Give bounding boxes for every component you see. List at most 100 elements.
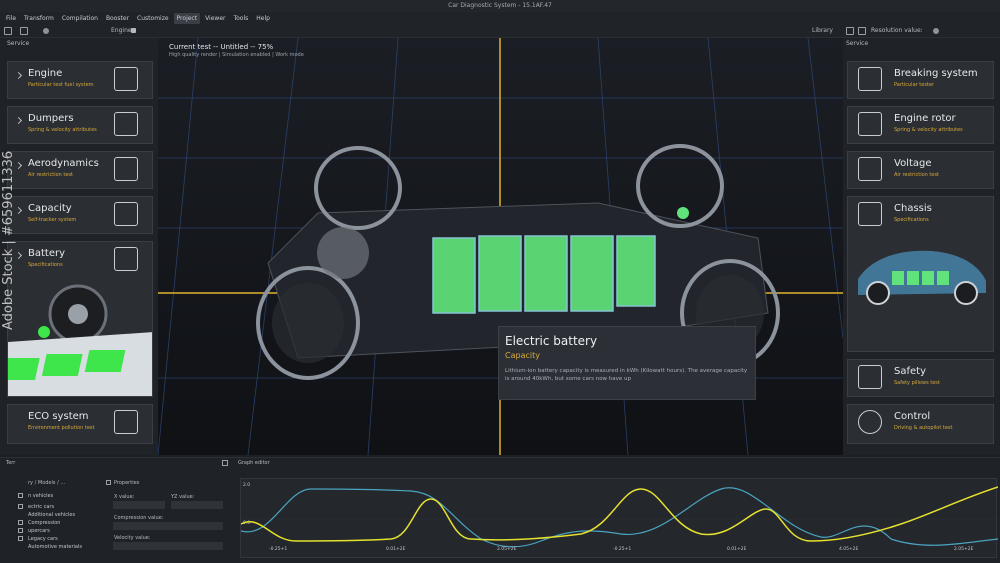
resolution-knob[interactable] bbox=[933, 28, 939, 34]
card-breaking-system[interactable]: Breaking system Particular tester bbox=[847, 61, 994, 99]
card-subtitle: Self-tracker system bbox=[28, 217, 77, 223]
y-tick-label: 2.0 bbox=[243, 483, 251, 488]
app-window: Car Diagnostic System - 15.1AF.47 File T… bbox=[0, 0, 1000, 563]
card-title: Safety bbox=[894, 366, 926, 377]
tree-item[interactable]: Automotive materials bbox=[28, 544, 82, 550]
card-subtitle: Environment pollution test bbox=[28, 425, 95, 431]
menu-booster[interactable]: Booster bbox=[103, 13, 132, 24]
menu-project[interactable]: Project bbox=[173, 12, 201, 24]
card-engine-rotor[interactable]: Engine rotor Spring & velocity attribute… bbox=[847, 106, 994, 144]
tree-item[interactable]: upercars bbox=[28, 528, 50, 534]
card-title: Chassis bbox=[894, 203, 932, 214]
x-tick-label: 0.01+2E bbox=[727, 547, 747, 552]
card-dumpers[interactable]: Dumpers Spring & velocity attributes bbox=[7, 106, 153, 144]
gear-icon bbox=[114, 202, 138, 226]
graph-editor-label: Graph editor bbox=[238, 460, 270, 466]
monitor-icon[interactable] bbox=[20, 27, 28, 35]
menu-customize[interactable]: Customize bbox=[134, 13, 172, 24]
graph-editor[interactable]: 2.0 0.0 -0.25+1 0.01+2E 2.05+2E -0.25+1 … bbox=[240, 478, 999, 558]
properties-icon bbox=[106, 480, 111, 485]
watermark: Adobe Stock | #659611336 bbox=[1, 150, 16, 330]
card-chassis[interactable]: Chassis Specifications bbox=[847, 196, 994, 352]
tree-item[interactable]: Legacy cars bbox=[28, 536, 58, 542]
tree-checkbox[interactable] bbox=[18, 504, 23, 509]
library-label[interactable]: Library bbox=[812, 27, 833, 35]
info-card: Electric battery Capacity Lithium-ion ba… bbox=[498, 326, 756, 400]
menu-tools[interactable]: Tools bbox=[230, 13, 251, 24]
card-engine[interactable]: Engine Particular test fuel system bbox=[7, 61, 153, 99]
tree-item[interactable]: ectric cars bbox=[28, 504, 54, 510]
menu-viewer[interactable]: Viewer bbox=[202, 13, 228, 24]
grid-icon[interactable] bbox=[4, 27, 12, 35]
tree-checkbox[interactable] bbox=[18, 528, 23, 533]
card-subtitle: Specifications bbox=[28, 262, 63, 268]
card-title: Aerodynamics bbox=[28, 158, 99, 169]
rotor-icon bbox=[858, 112, 882, 136]
grid-view-icon[interactable] bbox=[858, 27, 866, 35]
velocity-input[interactable] bbox=[113, 542, 223, 550]
steering-icon bbox=[858, 410, 882, 434]
properties-label: Properties bbox=[114, 480, 140, 486]
chevron-right-icon bbox=[14, 206, 23, 215]
chevron-right-icon bbox=[14, 161, 23, 170]
card-aerodynamics[interactable]: Aerodynamics Air restriction test bbox=[7, 151, 153, 189]
yz-value-input[interactable] bbox=[171, 501, 223, 509]
3d-viewport[interactable]: Current test -- Untitled -- 75% High qua… bbox=[158, 38, 843, 455]
card-title: Engine rotor bbox=[894, 113, 956, 124]
card-voltage[interactable]: Voltage Air restriction test bbox=[847, 151, 994, 189]
card-title: Control bbox=[894, 411, 931, 422]
tree-checkbox[interactable] bbox=[18, 493, 23, 498]
battery-icon bbox=[114, 247, 138, 271]
x-value-label: X value: bbox=[114, 494, 135, 500]
resolution-label: Resolution value: bbox=[871, 27, 923, 34]
compression-input[interactable] bbox=[113, 522, 223, 530]
menu-file[interactable]: File bbox=[3, 13, 19, 24]
damper-icon bbox=[114, 112, 138, 136]
chassis-icon bbox=[858, 202, 882, 226]
x-value-input[interactable] bbox=[113, 501, 165, 509]
menu-bar: File Transform Compilation Booster Custo… bbox=[0, 12, 1000, 24]
card-subtitle: Air restriction test bbox=[28, 172, 74, 178]
right-panel-header: Service bbox=[846, 40, 869, 47]
tree-item[interactable]: n vehicles bbox=[28, 493, 53, 499]
menu-transform[interactable]: Transform bbox=[21, 13, 57, 24]
viewport-title: Current test -- Untitled -- 75% bbox=[169, 43, 274, 51]
tree-checkbox[interactable] bbox=[18, 520, 23, 525]
graph-editor-icon[interactable] bbox=[222, 460, 228, 466]
card-subtitle: Particular test fuel system bbox=[28, 82, 94, 88]
card-title: Engine bbox=[28, 68, 63, 79]
card-eco-system[interactable]: ECO system Environment pollution test bbox=[7, 404, 153, 444]
menu-help[interactable]: Help bbox=[253, 13, 273, 24]
engine-icon bbox=[114, 67, 138, 91]
yz-value-label: YZ value: bbox=[171, 494, 195, 500]
card-capacity[interactable]: Capacity Self-tracker system bbox=[7, 196, 153, 234]
card-control[interactable]: Control Driving & autopilot test bbox=[847, 404, 994, 444]
card-title: Breaking system bbox=[894, 68, 978, 79]
card-title: Battery bbox=[28, 248, 66, 259]
chevron-right-icon bbox=[14, 71, 23, 80]
tree-item[interactable]: Additional vehicles bbox=[28, 512, 75, 518]
card-subtitle: Particular tester bbox=[894, 82, 935, 88]
card-subtitle: Spring & velocity attributes bbox=[28, 127, 97, 133]
chevron-right-icon bbox=[14, 116, 23, 125]
list-view-icon[interactable] bbox=[846, 27, 854, 35]
seat-icon bbox=[858, 365, 882, 389]
chevron-right-icon bbox=[14, 251, 23, 260]
card-title: ECO system bbox=[28, 411, 89, 422]
x-tick-label: 2.05+2E bbox=[954, 547, 974, 552]
voltage-icon bbox=[858, 157, 882, 181]
menu-compilation[interactable]: Compilation bbox=[59, 13, 101, 24]
lock-icon[interactable] bbox=[131, 28, 136, 33]
viewport-subtitle: High quality render | Simulation enabled… bbox=[169, 52, 304, 58]
tree-item[interactable]: Compression bbox=[28, 520, 60, 526]
engine-label: Engine bbox=[111, 27, 132, 34]
card-title: Voltage bbox=[894, 158, 932, 169]
tree-checkbox[interactable] bbox=[18, 536, 23, 541]
record-icon[interactable] bbox=[43, 28, 49, 34]
x-tick-label: -0.25+1 bbox=[613, 547, 632, 552]
toolbar: Engine Library Resolution value: bbox=[0, 24, 1000, 38]
card-subtitle: Air restriction test bbox=[894, 172, 940, 178]
card-battery[interactable]: Battery Specifications bbox=[7, 241, 153, 397]
compression-label: Compression value: bbox=[114, 515, 164, 521]
card-safety[interactable]: Safety Safety pillows test bbox=[847, 359, 994, 397]
